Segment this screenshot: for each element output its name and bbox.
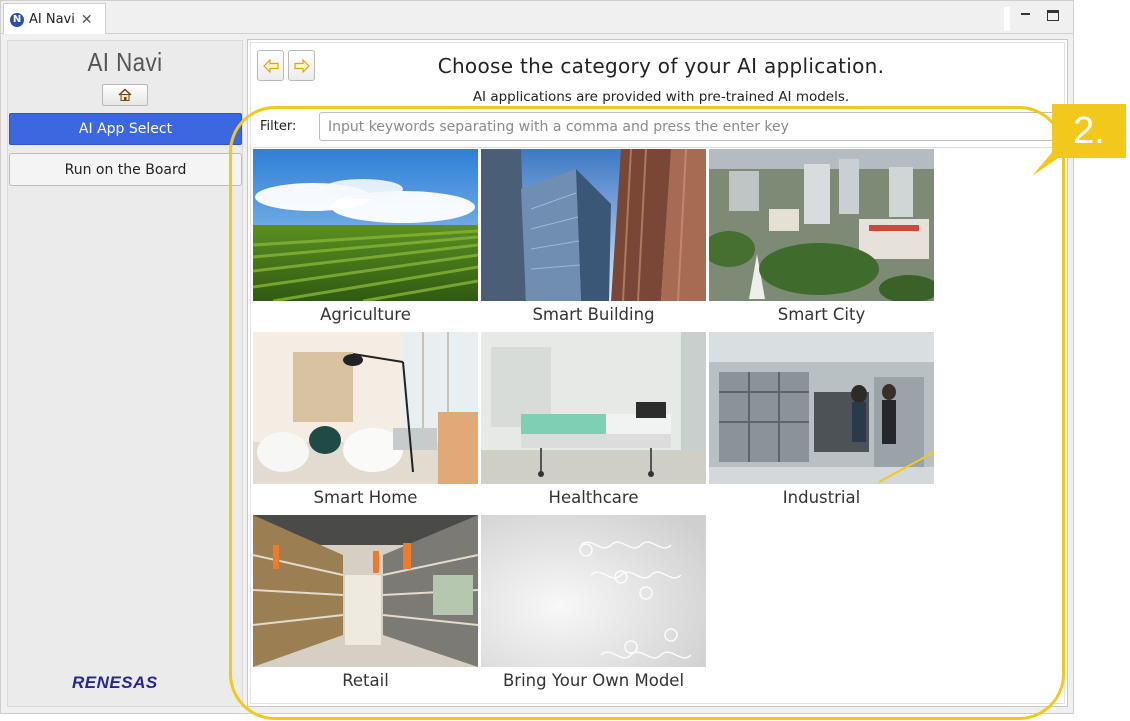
category-card-agriculture[interactable]: Agriculture bbox=[253, 149, 478, 324]
sidebar: AI Navi AI App Select Run on the Board R… bbox=[7, 40, 243, 707]
skyscrapers-photo bbox=[481, 149, 706, 301]
category-label: Retail bbox=[342, 671, 389, 690]
main-panel: Choose the category of your AI applicati… bbox=[247, 39, 1068, 707]
category-label: Smart City bbox=[777, 305, 866, 324]
back-button[interactable] bbox=[257, 50, 284, 81]
renesas-logo: RENESAS bbox=[72, 673, 158, 692]
divider bbox=[253, 147, 1068, 148]
abstract-pattern-photo bbox=[481, 515, 706, 667]
renesas-logo-icon: N bbox=[10, 12, 24, 27]
filter-label: Filter: bbox=[260, 119, 297, 134]
category-card-smart-building[interactable]: Smart Building bbox=[481, 149, 706, 324]
category-card-healthcare[interactable]: Healthcare bbox=[481, 332, 706, 507]
factory-line-photo bbox=[709, 332, 934, 484]
category-label: Agriculture bbox=[320, 305, 411, 324]
main-panel-frame: Choose the category of your AI applicati… bbox=[250, 42, 1068, 704]
category-card-bring-your-own-model[interactable]: Bring Your Own Model bbox=[481, 515, 706, 690]
maximize-icon[interactable] bbox=[1047, 10, 1059, 21]
category-label: Healthcare bbox=[548, 488, 639, 507]
filter-input[interactable] bbox=[319, 112, 1067, 141]
sidebar-item-run-on-board[interactable]: Run on the Board bbox=[9, 153, 242, 186]
close-icon[interactable]: ✕ bbox=[81, 13, 93, 27]
category-label: Industrial bbox=[782, 488, 861, 507]
tab-ai-navi[interactable]: N AI Navi ✕ bbox=[3, 3, 106, 35]
category-label: Smart Building bbox=[532, 305, 655, 324]
category-label: Smart Home bbox=[313, 488, 418, 507]
arrow-left-icon bbox=[262, 58, 279, 73]
category-card-retail[interactable]: Retail bbox=[253, 515, 478, 690]
editor-tab-bar: N AI Navi ✕ bbox=[0, 0, 1074, 35]
minimize-icon[interactable] bbox=[1019, 7, 1033, 21]
tab-label: AI Navi bbox=[29, 12, 75, 27]
tab-bar-divider bbox=[1004, 7, 1010, 31]
hospital-bed-photo bbox=[481, 332, 706, 484]
page-title: Choose the category of your AI applicati… bbox=[437, 54, 885, 78]
store-aisle-photo bbox=[253, 515, 478, 667]
category-card-smart-home[interactable]: Smart Home bbox=[253, 332, 478, 507]
living-room-photo bbox=[253, 332, 478, 484]
arrow-right-icon bbox=[293, 58, 310, 73]
home-icon bbox=[118, 88, 132, 101]
page-subtitle: AI applications are provided with pre-tr… bbox=[472, 89, 850, 105]
sidebar-item-ai-app-select[interactable]: AI App Select bbox=[9, 113, 242, 145]
category-card-industrial[interactable]: Industrial bbox=[709, 332, 934, 507]
app-title: AI Navi bbox=[87, 47, 163, 77]
category-card-smart-city[interactable]: Smart City bbox=[709, 149, 934, 324]
home-button[interactable] bbox=[102, 84, 148, 106]
callout-step-badge: 2. bbox=[1052, 104, 1126, 158]
category-label: Bring Your Own Model bbox=[502, 671, 685, 690]
city-aerial-photo bbox=[709, 149, 934, 301]
agriculture-field-photo bbox=[253, 149, 478, 301]
